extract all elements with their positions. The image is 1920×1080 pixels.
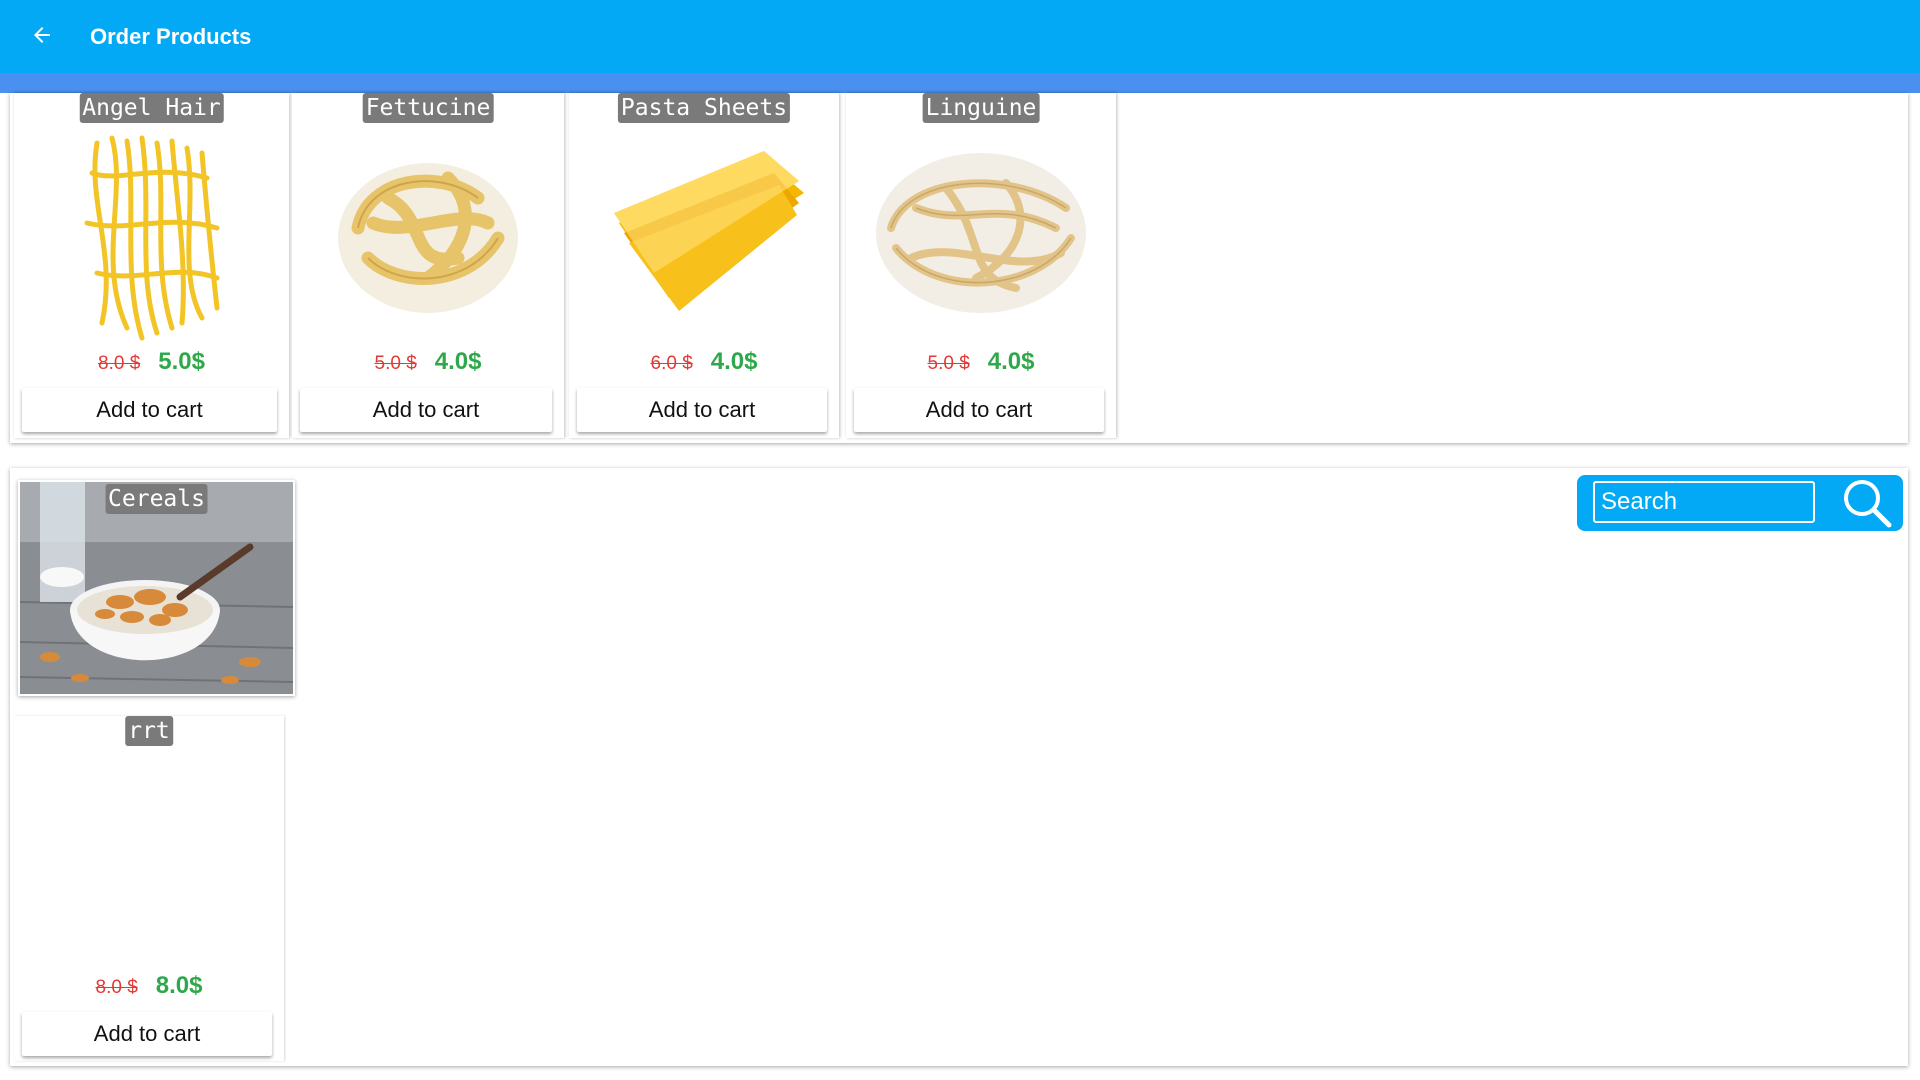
product-name: Linguine (922, 93, 1040, 123)
new-price: 4.0$ (710, 348, 758, 375)
product-image (579, 113, 829, 343)
old-price: 8.0 $ (95, 977, 138, 998)
search-bar (1577, 475, 1903, 531)
old-price: 8.0 $ (98, 353, 141, 374)
page-title: Order Products (90, 24, 252, 49)
back-button[interactable] (20, 13, 64, 57)
product-card: Fettucine 5.0 $ 4.0$ Add to cart (292, 93, 564, 438)
product-name: Pasta Sheets (617, 93, 791, 123)
sub-header-bar (0, 73, 1920, 93)
product-image (856, 113, 1106, 343)
old-price: 5.0 $ (927, 353, 970, 374)
add-to-cart-button[interactable]: Add to cart (577, 388, 827, 432)
price-row: 8.0 $ 8.0$ (14, 972, 284, 1000)
price-row: 5.0 $ 4.0$ (292, 348, 564, 376)
category-name: Cereals (105, 484, 208, 514)
category-card-cereals[interactable]: Cereals (18, 480, 295, 696)
app-bar: Order Products (0, 0, 1920, 73)
add-to-cart-button[interactable]: Add to cart (22, 1012, 272, 1056)
add-to-cart-button[interactable]: Add to cart (300, 388, 552, 432)
price-row: 8.0 $ 5.0$ (14, 348, 289, 376)
arrow-left-icon (34, 27, 50, 43)
product-name: Fettucine (362, 93, 494, 123)
product-card: Linguine 5.0 $ 4.0$ Add to cart (846, 93, 1116, 438)
product-card: Angel Hair 8.0 $ 5.0$ Add to cart (14, 93, 289, 438)
price-row: 5.0 $ 4.0$ (846, 348, 1116, 376)
new-price: 4.0$ (434, 348, 482, 375)
product-name: Angel Hair (79, 93, 224, 123)
product-image (302, 113, 554, 343)
search-input[interactable] (1593, 481, 1815, 523)
old-price: 6.0 $ (650, 353, 693, 374)
product-name: rrt (125, 716, 173, 746)
product-image (24, 113, 279, 343)
search-icon[interactable] (1841, 477, 1893, 529)
price-row: 6.0 $ 4.0$ (569, 348, 839, 376)
add-to-cart-button[interactable]: Add to cart (854, 388, 1104, 432)
product-card: rrt 8.0 $ 8.0$ Add to cart (14, 716, 284, 1061)
product-card: Pasta Sheets 6.0 $ 4.0$ Add to cart (569, 93, 839, 438)
new-price: 4.0$ (987, 348, 1035, 375)
old-price: 5.0 $ (374, 353, 417, 374)
new-price: 5.0$ (158, 348, 205, 375)
new-price: 8.0$ (155, 972, 203, 999)
add-to-cart-button[interactable]: Add to cart (22, 388, 277, 432)
